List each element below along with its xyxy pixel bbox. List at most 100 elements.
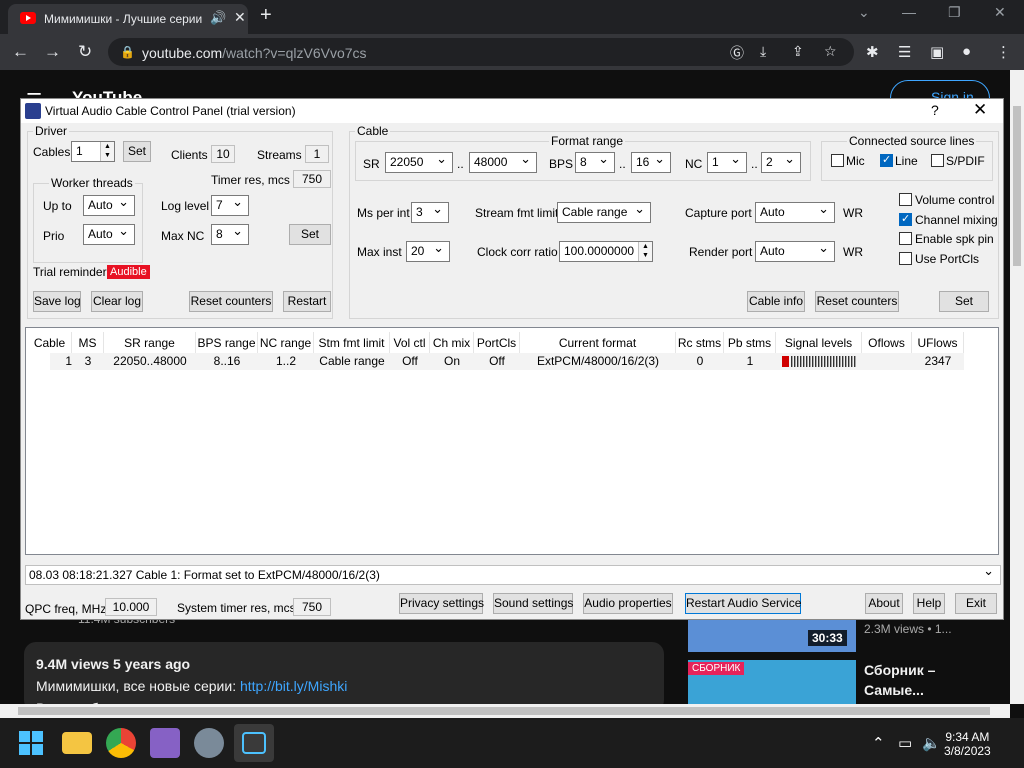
spin-arrows-icon[interactable]: ▲ ▼ [638,242,652,261]
back-arrow-icon[interactable]: ← [12,42,29,62]
restore-button[interactable]: ❐ [948,4,961,21]
horizontal-scrollbar[interactable] [0,704,1010,718]
new-tab-button[interactable]: + [260,4,272,27]
render-port-select[interactable]: Auto [755,238,835,262]
column-header[interactable]: NC range [258,332,314,354]
save-log-button[interactable]: Save log [33,291,81,312]
related-video-title[interactable]: Сборник – Самые... [864,660,935,700]
cable-set-button[interactable]: Set [939,291,989,312]
capture-port-select[interactable]: Auto [755,199,835,223]
column-header[interactable]: Current format [520,332,676,354]
cable-status-table[interactable]: Cable MS SR range BPS range NC range Stm… [25,327,999,555]
event-log-select[interactable]: 08.03 08:18:21.327 Cable 1: Format set t… [25,562,1001,585]
nc-to-select[interactable]: 2 [761,149,801,173]
bookmark-star-icon[interactable]: ☆ [824,43,837,60]
settings-gear-icon[interactable] [194,728,224,758]
scroll-thumb[interactable] [1013,106,1021,266]
sound-settings-button[interactable]: Sound settings [493,593,573,614]
clock-corr-ratio-spinner[interactable]: 100.0000000 ▲ ▼ [559,241,653,262]
windows-start-icon[interactable] [18,730,44,756]
side-panel-icon[interactable]: ▣ [930,43,944,61]
google-lens-icon[interactable]: Ⓖ [730,43,744,63]
window-title-bar[interactable]: Virtual Audio Cable Control Panel (trial… [21,99,1003,123]
column-header[interactable]: Ch mix [430,332,474,354]
media-queue-icon[interactable]: ☰ [898,43,911,61]
extensions-icon[interactable]: ✱ [866,43,879,61]
column-header[interactable]: BPS range [196,332,258,354]
column-header[interactable]: Oflows [862,332,912,354]
driver-set-button[interactable]: Set [123,141,151,162]
browser-tab[interactable]: Мимимишки - Лучшие серии 🔊 ✕ [8,4,248,34]
up-to-select[interactable]: Auto [83,192,135,216]
restart-button[interactable]: Restart [283,291,331,312]
exit-button[interactable]: Exit [955,593,997,614]
column-header[interactable]: Rc stms [676,332,724,354]
log-level-select[interactable]: 7 [211,192,249,216]
spin-arrows-icon[interactable]: ▲ ▼ [100,142,114,161]
max-nc-set-button[interactable]: Set [289,224,331,245]
profile-icon[interactable]: ● [962,43,971,60]
column-header[interactable]: Signal levels [776,332,862,354]
menu-dots-icon[interactable]: ⋮ [996,43,1011,61]
help-button[interactable]: Help [913,593,945,614]
chevron-down-icon[interactable]: ⌄ [858,4,870,21]
restart-audio-service-button[interactable]: Restart Audio Service [685,593,801,614]
sr-from-select[interactable]: 22050 [385,149,453,173]
privacy-settings-button[interactable]: Privacy settings [399,593,484,614]
channel-mixing-checkbox[interactable] [899,212,912,226]
column-header[interactable]: Stm fmt limit [314,332,390,354]
cables-spinner[interactable]: 1 ▲ ▼ [71,141,115,162]
line-checkbox[interactable] [880,153,893,167]
column-header[interactable]: MS [72,332,104,354]
address-bar[interactable]: 🔒 youtube.com/watch?v=qlzV6Vvo7cs Ⓖ ⤓ ⇪ … [108,38,854,66]
max-inst-select[interactable]: 20 [406,238,450,262]
speaker-icon[interactable]: 🔊 [210,10,226,26]
bps-to-select[interactable]: 16 [631,149,671,173]
lock-icon[interactable]: 🔒 [120,45,135,59]
visual-studio-icon[interactable] [150,728,180,758]
minimize-button[interactable]: — [902,4,916,20]
use-portcls-checkbox[interactable] [899,252,912,265]
bps-from-select[interactable]: 8 [575,149,615,173]
column-header[interactable]: UFlows [912,332,964,354]
system-clock[interactable]: 9:34 AM 3/8/2023 [944,730,991,758]
volume-control-checkbox[interactable] [899,193,912,206]
column-header[interactable]: SR range [104,332,196,354]
close-window-button[interactable]: ✕ [973,100,987,120]
audio-properties-button[interactable]: Audio properties [583,593,673,614]
column-header[interactable]: PortCls [474,332,520,354]
scroll-thumb-h[interactable] [18,707,990,715]
help-question-button[interactable]: ? [931,102,939,118]
network-icon[interactable]: ▭ [898,734,912,752]
column-header[interactable]: Pb stms [724,332,776,354]
clear-log-button[interactable]: Clear log [91,291,143,312]
ms-per-int-select[interactable]: 3 [411,199,449,223]
enable-spk-pin-checkbox[interactable] [899,232,912,245]
max-nc-select[interactable]: 8 [211,221,249,245]
trial-reminder-select[interactable]: Audible [107,265,150,279]
share-icon[interactable]: ⇪ [792,43,804,60]
close-window-button[interactable]: ✕ [994,4,1006,21]
chrome-icon[interactable] [106,728,136,758]
vac-taskbar-icon[interactable] [234,724,274,762]
tab-close-icon[interactable]: ✕ [234,9,246,26]
file-explorer-icon[interactable] [62,732,92,754]
mic-checkbox[interactable] [831,154,844,167]
chevron-up-icon[interactable]: ⌃ [872,734,885,752]
nc-from-select[interactable]: 1 [707,149,747,173]
vertical-scrollbar[interactable] [1010,70,1024,704]
reload-icon[interactable]: ↻ [78,42,92,62]
video-description[interactable]: 9.4M views 5 years ago Мимимишки, все но… [24,642,664,712]
driver-reset-counters-button[interactable]: Reset counters [189,291,273,312]
about-button[interactable]: About [865,593,903,614]
spdif-checkbox[interactable] [931,154,944,167]
forward-arrow-icon[interactable]: → [44,42,61,62]
prio-select[interactable]: Auto [83,221,135,245]
url-text[interactable]: youtube.com/watch?v=qlzV6Vvo7cs [142,45,367,61]
volume-icon[interactable]: 🔈 [922,734,941,752]
stream-fmt-limit-select[interactable]: Cable range [557,199,651,223]
column-header[interactable]: Vol ctl [390,332,430,354]
cable-info-button[interactable]: Cable info [747,291,805,312]
sr-to-select[interactable]: 48000 [469,149,537,173]
install-icon[interactable]: ⤓ [760,43,766,60]
